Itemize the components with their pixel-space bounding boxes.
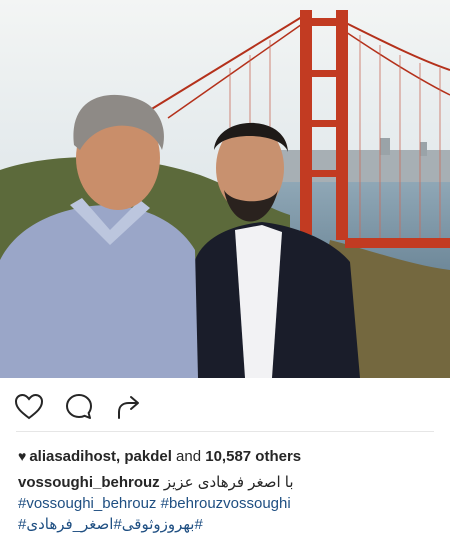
speech-bubble-icon[interactable] [64,392,94,422]
likes-summary[interactable]: ♥ aliasadihost, pakdel and 10,587 others [18,446,434,467]
likes-and-text: and [176,448,202,465]
caption-username[interactable]: vossoughi_behrouz [18,474,160,491]
caption-line-1: vossoughi_behrouz با اصغر فرهادی عزیز [18,472,434,493]
likes-others-count[interactable]: 10,587 others [205,448,301,465]
hashtag-link[interactable]: #behrouzvossoughi [161,495,291,512]
caption-text: با اصغر فرهادی عزیز [163,474,294,491]
hashtag-link[interactable]: #بهروزوثوقی#اصغر_فرهادی# [18,516,203,533]
divider [16,431,434,432]
post-photo[interactable] [0,0,450,378]
action-bar [0,378,450,432]
caption-line-2: #vossoughi_behrouz #behrouzvossoughi [18,493,434,514]
share-arrow-icon[interactable] [114,392,144,422]
heart-outline-icon[interactable] [14,392,44,422]
hashtag-link[interactable]: #vossoughi_behrouz [18,495,156,512]
post-caption: vossoughi_behrouz با اصغر فرهادی عزیز #v… [18,472,434,535]
caption-line-3: #بهروزوثوقی#اصغر_فرهادی# [18,514,434,535]
liked-by-users[interactable]: aliasadihost, pakdel [29,448,172,465]
heart-filled-icon: ♥ [18,448,27,464]
